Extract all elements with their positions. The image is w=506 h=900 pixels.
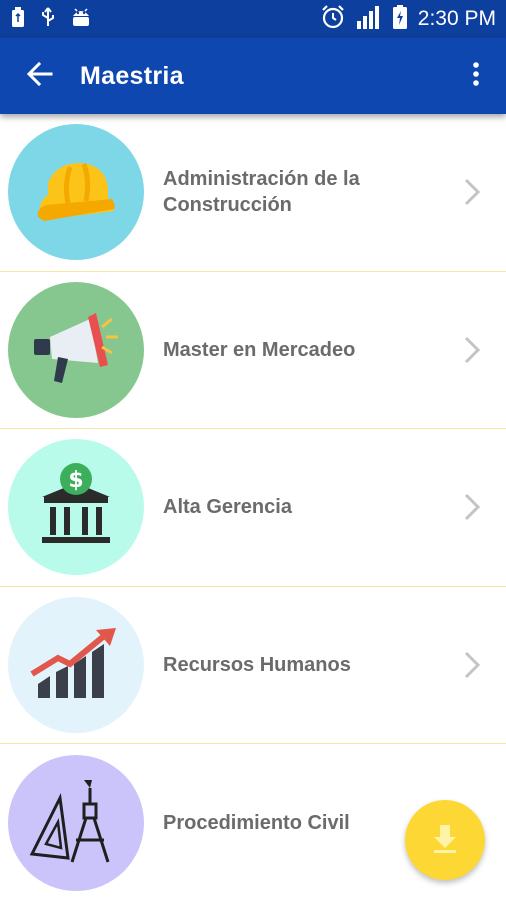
alarm-icon [320, 4, 346, 35]
list-item-recursos-humanos[interactable]: Recursos Humanos [0, 587, 506, 744]
item-avatar [8, 124, 144, 261]
app-bar: Maestria [0, 38, 506, 114]
megaphone-icon [30, 307, 122, 392]
growth-chart-icon [28, 624, 124, 705]
item-avatar: $ [8, 439, 144, 576]
signal-icon [356, 4, 382, 35]
item-avatar [8, 281, 144, 418]
back-button[interactable] [0, 38, 80, 114]
battery-charging-icon [392, 4, 408, 35]
list-item-administracion[interactable]: Administración de la Construcción [0, 114, 506, 272]
hard-hat-icon [34, 155, 118, 230]
chevron-right-icon [462, 176, 482, 208]
drafting-tools-icon [28, 776, 124, 869]
arrow-back-icon [26, 61, 53, 92]
chevron-right-icon [462, 491, 482, 523]
program-list: Administración de la Construcción Master… [0, 114, 506, 900]
item-label: Procedimiento Civil [163, 811, 350, 834]
page-title: Maestria [80, 61, 184, 90]
item-label: Administración de la Construcción [163, 168, 360, 217]
item-label: Alta Gerencia [163, 496, 292, 519]
overflow-menu-button[interactable] [446, 38, 506, 114]
item-avatar [8, 754, 144, 891]
chevron-right-icon [462, 334, 482, 366]
chevron-right-icon [462, 649, 482, 681]
android-icon [70, 6, 92, 33]
list-item-alta-gerencia[interactable]: $ Alta Gerencia [0, 429, 506, 587]
usb-debug-icon [40, 6, 56, 33]
status-bar: 2:30 PM [0, 0, 506, 38]
item-label: Master en Mercadeo [163, 338, 356, 361]
usb-icon [10, 6, 26, 33]
download-icon [428, 821, 462, 860]
more-vert-icon [472, 61, 480, 92]
item-label: Recursos Humanos [163, 653, 351, 676]
svg-text:$: $ [68, 468, 83, 493]
bank-dollar-icon: $ [34, 461, 118, 554]
item-avatar [8, 596, 144, 733]
status-time: 2:30 PM [417, 7, 496, 30]
list-item-mercadeo[interactable]: Master en Mercadeo [0, 272, 506, 429]
download-fab-button[interactable] [405, 800, 485, 880]
